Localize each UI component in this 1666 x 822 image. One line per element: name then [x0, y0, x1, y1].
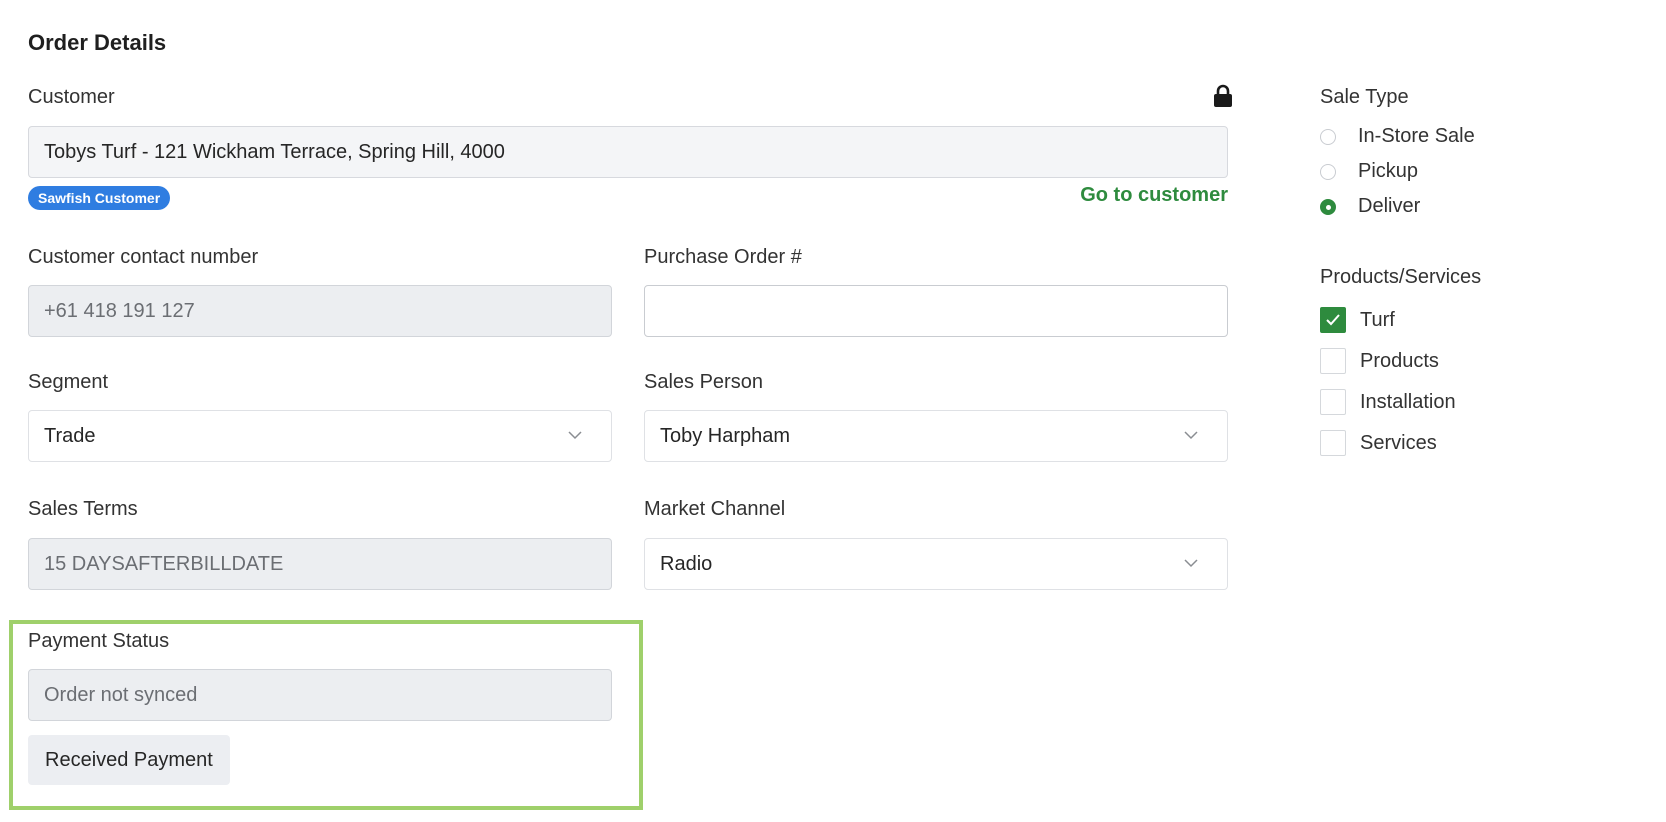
- page-title: Order Details: [28, 30, 167, 55]
- segment-select[interactable]: Trade: [28, 410, 612, 462]
- check-icon: [1326, 314, 1340, 326]
- chevron-down-icon: [1184, 559, 1198, 568]
- market-channel-value: Radio: [660, 552, 713, 575]
- checkbox-services[interactable]: [1320, 430, 1346, 456]
- market-channel-label: Market Channel: [644, 498, 786, 520]
- contact-value: +61 418 191 127: [44, 299, 195, 322]
- segment-label: Segment: [28, 371, 109, 393]
- chevron-down-icon: [568, 431, 582, 440]
- customer-label: Customer: [28, 86, 115, 108]
- checkbox-label-products: Products: [1360, 350, 1439, 372]
- contact-label: Customer contact number: [28, 246, 259, 268]
- radio-label-in-store-sale: In-Store Sale: [1358, 125, 1475, 147]
- radio-in-store-sale[interactable]: [1320, 129, 1336, 145]
- segment-value: Trade: [44, 424, 96, 447]
- contact-field[interactable]: +61 418 191 127: [28, 285, 612, 337]
- customer-type-badge: Sawfish Customer: [28, 186, 171, 210]
- checkbox-label-installation: Installation: [1360, 391, 1456, 413]
- payment-status-value: Order not synced: [44, 683, 198, 706]
- received-payment-button[interactable]: Received Payment: [28, 735, 230, 785]
- checkbox-label-services: Services: [1360, 432, 1437, 454]
- radio-deliver[interactable]: [1320, 199, 1336, 215]
- sales-terms-field[interactable]: 15 DAYSAFTERBILLDATE: [28, 538, 612, 590]
- checkbox-products[interactable]: [1320, 348, 1346, 374]
- radio-pickup[interactable]: [1320, 164, 1336, 180]
- radio-label-pickup: Pickup: [1358, 160, 1419, 182]
- payment-status-label: Payment Status: [28, 630, 170, 652]
- sales-person-label: Sales Person: [644, 371, 763, 393]
- customer-field[interactable]: Tobys Turf - 121 Wickham Terrace, Spring…: [28, 126, 1228, 178]
- lock-icon: [1214, 84, 1232, 107]
- purchase-order-label: Purchase Order #: [644, 246, 802, 268]
- checkbox-label-turf: Turf: [1360, 309, 1395, 331]
- go-to-customer-link[interactable]: Go to customer: [1080, 184, 1228, 207]
- chevron-down-icon: [1184, 431, 1198, 440]
- sales-terms-value: 15 DAYSAFTERBILLDATE: [44, 552, 284, 575]
- payment-status-field[interactable]: Order not synced: [28, 669, 612, 721]
- sales-terms-label: Sales Terms: [28, 498, 138, 520]
- market-channel-select[interactable]: Radio: [644, 538, 1228, 590]
- sales-person-value: Toby Harpham: [660, 424, 791, 447]
- checkbox-turf[interactable]: [1320, 307, 1346, 333]
- sale-type-label: Sale Type: [1320, 86, 1409, 108]
- radio-label-deliver: Deliver: [1358, 195, 1421, 217]
- purchase-order-field[interactable]: [644, 285, 1228, 337]
- checkbox-installation[interactable]: [1320, 389, 1346, 415]
- products-services-label: Products/Services: [1320, 266, 1482, 288]
- customer-value: Tobys Turf - 121 Wickham Terrace, Spring…: [44, 140, 505, 163]
- sales-person-select[interactable]: Toby Harpham: [644, 410, 1228, 462]
